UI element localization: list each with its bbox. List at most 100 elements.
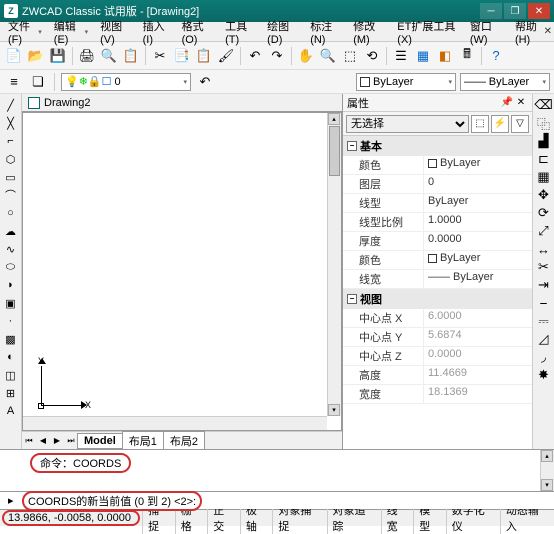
chamfer-tool[interactable]: ◿ (534, 330, 554, 348)
copy-tool[interactable]: ⿻ (534, 114, 554, 132)
break-tool[interactable]: ⎯ (534, 294, 554, 312)
ellarc-tool[interactable]: ◗ (1, 276, 21, 294)
array-tool[interactable]: ▦ (534, 168, 554, 186)
zoom-prev-button[interactable]: ⟲ (362, 46, 382, 66)
prop-row[interactable]: 中心点 X6.0000 (343, 309, 532, 328)
layer-mgr-button[interactable]: ≡ (4, 72, 24, 92)
menu-tools[interactable]: 工具(T) (219, 16, 261, 48)
trim-tool[interactable]: ✂ (534, 258, 554, 276)
stretch-tool[interactable]: ↔ (534, 240, 554, 258)
props-select[interactable]: 无选择 (346, 115, 469, 133)
extend-tool[interactable]: ⇥ (534, 276, 554, 294)
menu-dim[interactable]: 标注(N) (304, 16, 347, 48)
prop-row[interactable]: 高度11.4669 (343, 366, 532, 385)
circle-tool[interactable]: ○ (1, 204, 21, 222)
tab-prev[interactable]: ◀ (36, 436, 50, 446)
ellipse-tool[interactable]: ⬭ (1, 258, 21, 276)
design-button[interactable]: ▦ (413, 46, 433, 66)
color-combo[interactable]: ByLayer▾ (356, 73, 456, 91)
tab-model[interactable]: Model (77, 433, 123, 449)
move-tool[interactable]: ✥ (534, 186, 554, 204)
tab-next[interactable]: ▶ (50, 436, 64, 446)
preview-button[interactable]: 🔍 (99, 46, 119, 66)
polygon-tool[interactable]: ⬡ (1, 150, 21, 168)
tab-last[interactable]: ⏭ (64, 436, 78, 446)
props-quick-button[interactable]: ⚡ (491, 115, 509, 133)
fillet-tool[interactable]: ◞ (534, 348, 554, 366)
paste-button[interactable]: 📋 (194, 46, 214, 66)
tab-layout1[interactable]: 布局1 (122, 431, 164, 451)
prop-row[interactable]: 中心点 Z0.0000 (343, 347, 532, 366)
props-pick-button[interactable]: ⬚ (471, 115, 489, 133)
layer-prev-button[interactable]: ↶ (195, 72, 215, 92)
prop-row[interactable]: 厚度0.0000 (343, 232, 532, 251)
arc-tool[interactable]: ⌒ (1, 186, 21, 204)
scale-tool[interactable]: ⤢ (534, 222, 554, 240)
menu-format[interactable]: 格式(O) (176, 16, 220, 48)
save-button[interactable]: 💾 (48, 46, 68, 66)
props-close-icon[interactable]: ✕ (514, 97, 528, 108)
prop-row[interactable]: 线型ByLayer (343, 194, 532, 213)
menu-insert[interactable]: 插入(I) (137, 16, 176, 48)
menu-view[interactable]: 视图(V) (94, 16, 137, 48)
tab-first[interactable]: ⏮ (22, 436, 36, 446)
props-button[interactable]: ☰ (391, 46, 411, 66)
prop-row[interactable]: 颜色ByLayer (343, 251, 532, 270)
cmd-vscrollbar[interactable]: ▴▾ (540, 450, 554, 491)
zoom-button[interactable]: 🔍 (318, 46, 338, 66)
layer-combo[interactable]: 💡❄🔒☐ 0 ▾ (61, 73, 191, 91)
rect-tool[interactable]: ▭ (1, 168, 21, 186)
doc-tab[interactable]: Drawing2 (22, 94, 342, 112)
prop-row[interactable]: 颜色ByLayer (343, 156, 532, 175)
explode-tool[interactable]: ✸ (534, 366, 554, 384)
props-cat-view[interactable]: −视图 (343, 289, 532, 309)
hatch-tool[interactable]: ▩ (1, 330, 21, 348)
open-button[interactable]: 📂 (26, 46, 46, 66)
block-tool[interactable]: ▣ (1, 294, 21, 312)
spline-tool[interactable]: ∿ (1, 240, 21, 258)
erase-tool[interactable]: ⌫ (534, 96, 554, 114)
menu-edit[interactable]: 编辑(E)▾ (48, 16, 94, 48)
offset-tool[interactable]: ⊏ (534, 150, 554, 168)
linetype-combo[interactable]: —— ByLayer▾ (460, 73, 550, 91)
props-cat-basic[interactable]: −基本 (343, 136, 532, 156)
menu-draw[interactable]: 绘图(D) (261, 16, 304, 48)
match-button[interactable]: 🖌 (216, 46, 236, 66)
menu-et[interactable]: ET扩展工具(X) (391, 16, 464, 48)
new-button[interactable]: 📄 (4, 46, 24, 66)
xline-tool[interactable]: ╳ (1, 114, 21, 132)
undo-button[interactable]: ↶ (245, 46, 265, 66)
join-tool[interactable]: ⎓ (534, 312, 554, 330)
props-filter-button[interactable]: ▽ (511, 115, 529, 133)
zoom-win-button[interactable]: ⬚ (340, 46, 360, 66)
menu-modify[interactable]: 修改(M) (347, 16, 391, 48)
line-tool[interactable]: ╱ (1, 96, 21, 114)
help-button[interactable]: ? (486, 46, 506, 66)
props-grid[interactable]: −基本 颜色ByLayer图层0线型ByLayer线型比例1.0000厚度0.0… (343, 136, 532, 449)
tab-layout2[interactable]: 布局2 (163, 431, 205, 451)
print-button[interactable]: 🖨 (77, 46, 97, 66)
hscrollbar[interactable] (23, 416, 327, 430)
copy-button[interactable]: 📑 (172, 46, 192, 66)
drawing-canvas[interactable]: Y X ▴▾ (22, 112, 342, 431)
props-pin-icon[interactable]: 📌 (500, 97, 514, 108)
pline-tool[interactable]: ⌐ (1, 132, 21, 150)
prop-row[interactable]: 线型比例1.0000 (343, 213, 532, 232)
prop-row[interactable]: 图层0 (343, 175, 532, 194)
rotate-tool[interactable]: ⟳ (534, 204, 554, 222)
tool-button[interactable]: ◧ (435, 46, 455, 66)
cut-button[interactable]: ✂ (150, 46, 170, 66)
prop-row[interactable]: 线宽—— ByLayer (343, 270, 532, 289)
status-coords[interactable]: 13.9866, -0.0058, 0.0000 (2, 510, 140, 526)
vscrollbar[interactable]: ▴▾ (327, 113, 341, 416)
mirror-tool[interactable]: ▟ (534, 132, 554, 150)
command-line[interactable]: ▸ COORDS的新当前值 (0 到 2) <2>: (0, 491, 554, 509)
table-tool[interactable]: ⊞ (1, 384, 21, 402)
layer-states-button[interactable]: ❏ (28, 72, 48, 92)
region-tool[interactable]: ◫ (1, 366, 21, 384)
revcloud-tool[interactable]: ☁ (1, 222, 21, 240)
menu-window[interactable]: 窗口(W) (464, 16, 509, 48)
plot-button[interactable]: 📋 (121, 46, 141, 66)
redo-button[interactable]: ↷ (267, 46, 287, 66)
grad-tool[interactable]: ◐ (1, 348, 21, 366)
